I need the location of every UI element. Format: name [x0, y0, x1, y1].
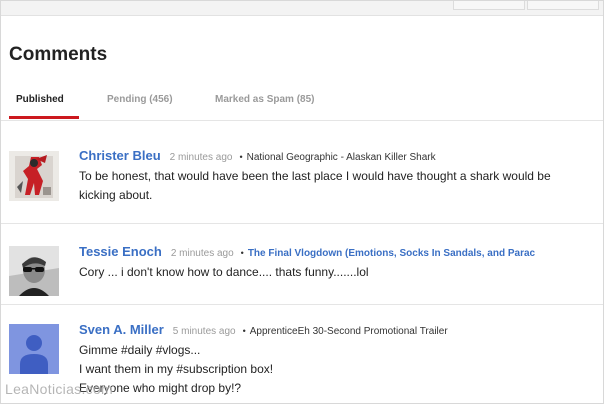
comment-meta: Sven A. Miller 5 minutes ago • ApprenticeEh…	[79, 321, 448, 339]
page-title: Comments	[9, 44, 108, 65]
comment-text: Cory ... i don't know how to dance.... t…	[79, 263, 601, 282]
tabs-divider	[1, 120, 603, 121]
avatar[interactable]	[9, 324, 59, 374]
comment-text: Gimme #daily #vlogs... I want them in my…	[79, 341, 601, 398]
top-control-button[interactable]	[527, 1, 599, 10]
avatar[interactable]	[9, 151, 59, 201]
browser-top-bar	[1, 1, 603, 16]
avatar[interactable]	[9, 246, 59, 296]
tab-pending[interactable]: Pending (456)	[107, 94, 173, 105]
top-control-button[interactable]	[453, 1, 525, 10]
comment-author[interactable]: Sven A. Miller	[79, 322, 164, 337]
tab-published[interactable]: Published	[16, 94, 64, 105]
comment-author[interactable]: Christer Bleu	[79, 148, 161, 163]
comment-text-line: Everyone who might drop by!?	[79, 381, 242, 395]
comment-meta: Tessie Enoch 2 minutes ago • The Final Vlog…	[79, 243, 535, 261]
person-silhouette-icon	[9, 324, 59, 374]
comment-meta: Christer Bleu 2 minutes ago • National Geog…	[79, 147, 436, 165]
comment-video-title[interactable]: National Geographic - Alaskan Killer Sha…	[247, 152, 436, 163]
comment-video-title[interactable]: ApprenticeEh 30-Second Promotional Trail…	[250, 326, 448, 337]
watermark: LeaNoticias.com	[5, 381, 113, 397]
comment-text-line: Gimme #daily #vlogs...	[79, 343, 201, 357]
comment-text-line: I want them in my #subscription box!	[79, 362, 274, 376]
comment-text-line: Cory ... i don't know how to dance.... t…	[79, 265, 369, 279]
comment-tabs: Published Pending (456) Marked as Spam (…	[1, 89, 603, 119]
comment-divider	[1, 304, 603, 305]
comment-time: 2 minutes ago	[170, 248, 234, 259]
comment-time: 5 minutes ago	[172, 326, 236, 337]
separator-dot: •	[239, 152, 243, 162]
tab-marked-as-spam[interactable]: Marked as Spam (85)	[215, 94, 315, 105]
separator-dot: •	[240, 248, 244, 258]
comment-video-title[interactable]: The Final Vlogdown (Emotions, Socks In S…	[248, 248, 535, 259]
comment-divider	[1, 223, 603, 224]
separator-dot: •	[242, 326, 246, 336]
comment-author[interactable]: Tessie Enoch	[79, 244, 162, 259]
comment-text-line: To be honest, that would have been the l…	[79, 169, 551, 183]
active-tab-indicator	[9, 116, 79, 119]
comment-text: To be honest, that would have been the l…	[79, 167, 601, 205]
comments-page: Comments Published Pending (456) Marked …	[0, 0, 604, 404]
comment-text-line: kicking about.	[79, 188, 153, 202]
comment-time: 2 minutes ago	[169, 152, 233, 163]
avatar-image-icon	[9, 246, 59, 296]
avatar-image-icon	[9, 151, 59, 201]
